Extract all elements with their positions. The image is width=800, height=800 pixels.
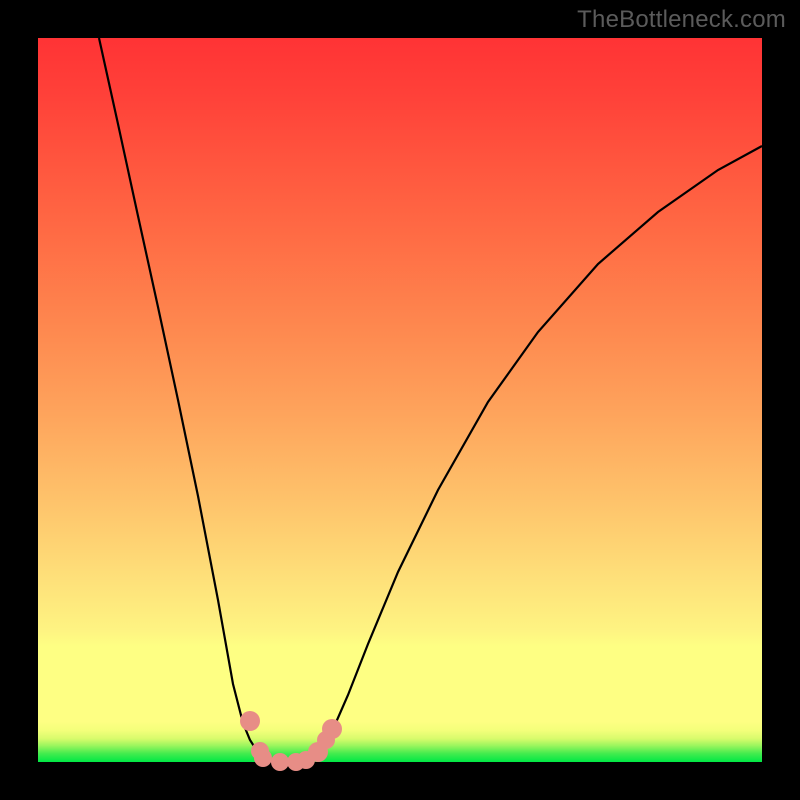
data-dot — [254, 749, 272, 767]
data-dot — [271, 753, 289, 771]
data-dot — [240, 711, 260, 731]
curve-layer — [38, 38, 762, 762]
plot-area — [38, 38, 762, 762]
left-branch-curve — [99, 38, 296, 762]
watermark-text: TheBottleneck.com — [577, 6, 786, 34]
dot-group — [240, 711, 342, 771]
right-branch-curve — [296, 146, 762, 762]
data-dot — [322, 719, 342, 739]
chart-frame: TheBottleneck.com — [0, 0, 800, 800]
